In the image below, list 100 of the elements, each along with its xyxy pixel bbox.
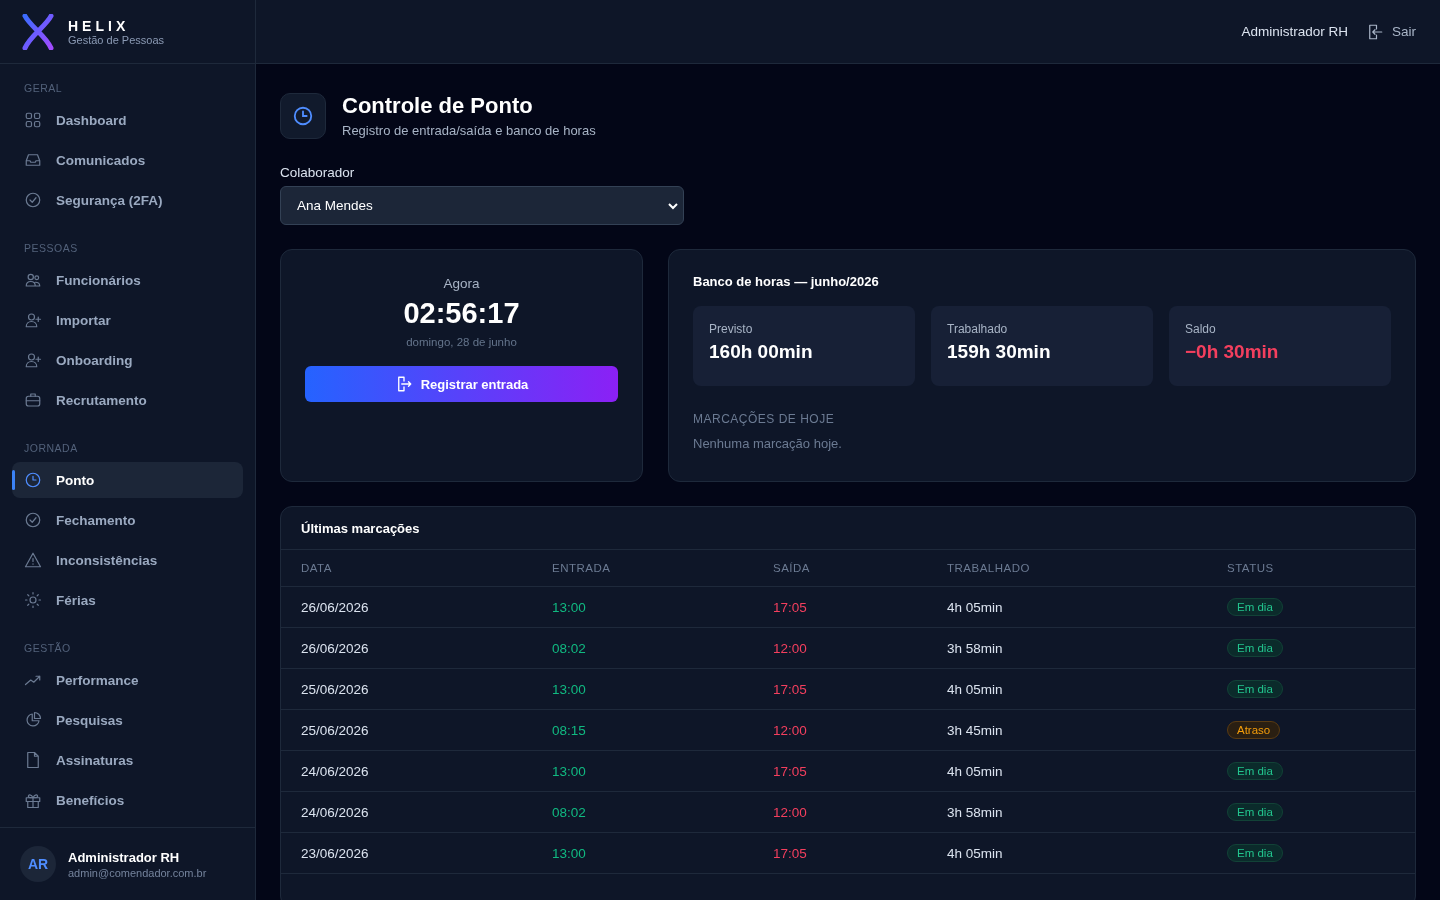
section-label: GESTÃO [23,641,72,656]
sidebar-item[interactable]: Recrutamento [12,382,243,418]
table-cell: 12:00 [753,709,927,751]
grid-icon [24,111,42,129]
sidebar-item[interactable]: Assinaturas [12,742,243,778]
logo-icon [22,13,54,50]
check-circle-icon [24,511,42,529]
table-cell: 3h 58min [927,627,1207,669]
clock-date: domingo, 28 de junho [406,336,517,348]
table-cell: 24/06/2026 [281,750,532,792]
page-title: Controle de Ponto [342,93,534,119]
card-title: Últimas marcações [281,507,1415,550]
table-cell: 4h 05min [927,586,1207,628]
sidebar-item[interactable]: Inconsistências [12,542,243,578]
sidebar-item[interactable]: Ponto [12,462,243,498]
table-cell: 4h 05min [927,832,1207,874]
sidebar-item[interactable]: Performance [12,662,243,698]
status-badge: Em dia [1227,680,1283,698]
table-cell: 4h 05min [927,668,1207,710]
table-cell: 17:05 [753,750,927,792]
empty-message: Nenhuma marcação hoje. [693,436,843,451]
sidebar-item[interactable]: Dashboard [12,102,243,138]
brand-tagline: Gestão de Pessoas [68,33,164,46]
collaborator-select[interactable]: Ana Mendes [280,186,684,225]
gift-icon [24,791,42,809]
check-circle-icon [24,191,42,209]
brand-name: HELIX [68,17,131,34]
stat-value: −0h 30min [1185,341,1280,363]
warning-icon [24,551,42,569]
table-cell: 17:05 [753,832,927,874]
inbox-icon [24,151,42,169]
table-cell: 17:05 [753,586,927,628]
column-header: SAÍDA [753,550,927,587]
column-header: ENTRADA [532,550,753,587]
table-cell: 08:15 [532,709,753,751]
section-label: JORNADA [23,441,79,456]
table-cell: 17:05 [753,668,927,710]
status-badge: Em dia [1227,844,1283,862]
user-plus-icon [24,351,42,369]
column-header: DATA [281,550,532,587]
file-icon [24,751,42,769]
table-cell: 26/06/2026 [281,627,532,669]
table-cell: 26/06/2026 [281,586,532,628]
clock-time: 02:56:17 [403,297,520,330]
user-name: Administrador RH [68,849,181,865]
page-subtitle: Registro de entrada/saída e banco de horas [342,123,596,138]
pie-chart-icon [24,711,42,729]
table-cell: 12:00 [753,791,927,833]
stat-value: 160h 00min [709,341,814,363]
logout-button[interactable]: Sair [1366,22,1416,41]
table-cell: 08:02 [532,627,753,669]
status-badge: Atraso [1227,721,1281,739]
sidebar-item[interactable]: Comunicados [12,142,243,178]
section-label: PESSOAS [23,241,79,256]
table-cell: 13:00 [532,832,753,874]
table-cell: 13:00 [532,750,753,792]
stat-label: Previsto [709,322,754,336]
column-header: STATUS [1207,550,1415,587]
sidebar-item[interactable]: Onboarding [12,342,243,378]
status-badge: Em dia [1227,639,1283,657]
table-cell: 13:00 [532,668,753,710]
table-cell: 3h 58min [927,791,1207,833]
user-email: admin@comendador.com.br [68,866,207,879]
stat-label: Trabalhado [947,322,1009,336]
sun-icon [24,591,42,609]
status-badge: Em dia [1227,762,1283,780]
sidebar-item[interactable]: Funcionários [12,262,243,298]
register-button[interactable]: Registrar entrada [305,366,618,402]
section-label: GERAL [23,81,64,96]
user-avatar: AR [20,846,56,882]
table-cell: 23/06/2026 [281,832,532,874]
table-cell: 4h 05min [927,750,1207,792]
status-badge: Em dia [1227,803,1283,821]
section-label: MARCAÇÕES DE HOJE [693,412,836,426]
table-cell: 25/06/2026 [281,709,532,751]
table-cell: 08:02 [532,791,753,833]
sidebar-item[interactable]: Segurança (2FA) [12,182,243,218]
sidebar-item[interactable]: Pesquisas [12,702,243,738]
clock-icon [24,471,42,489]
stat-label: Saldo [1185,322,1217,336]
clock-label: Agora [443,276,480,291]
table-cell: 25/06/2026 [281,668,532,710]
stat-value: 159h 30min [947,341,1052,363]
sidebar-item[interactable]: Fechamento [12,502,243,538]
field-label: Colaborador [280,165,356,180]
clock-icon [280,93,326,139]
logout-icon [1366,22,1384,41]
table-cell: 13:00 [532,586,753,628]
column-header: TRABALHADO [927,550,1207,587]
current-user: Administrador RH [1241,24,1348,39]
status-badge: Em dia [1227,598,1283,616]
briefcase-icon [24,391,42,409]
users-icon [24,271,42,289]
sidebar-item[interactable]: Benefícios [12,782,243,818]
sidebar-item[interactable]: Importar [12,302,243,338]
sidebar-item[interactable]: Férias [12,582,243,618]
card-title: Banco de horas — junho/2026 [693,274,880,289]
table-cell: 24/06/2026 [281,791,532,833]
user-plus-icon [24,311,42,329]
table-cell: 12:00 [753,627,927,669]
